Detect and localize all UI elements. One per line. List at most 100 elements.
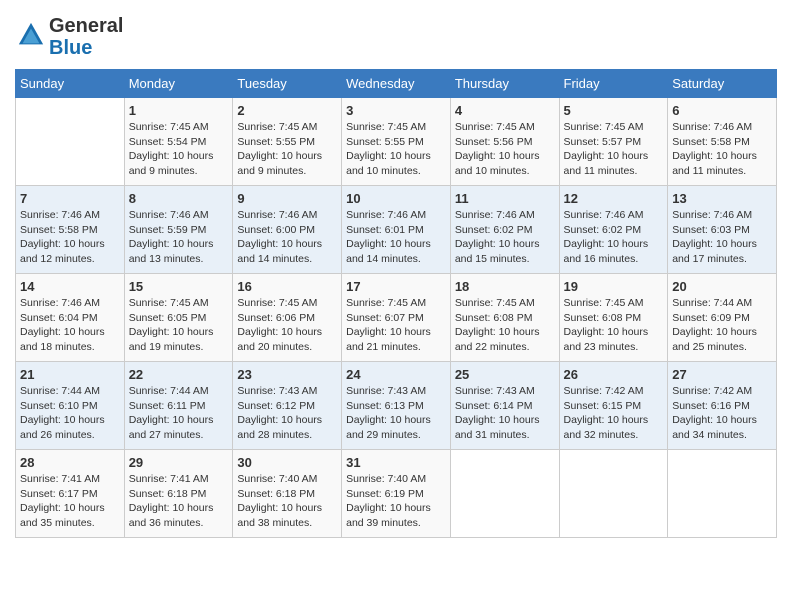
page-header: General Blue <box>15 15 777 59</box>
day-number: 2 <box>237 103 337 118</box>
day-info: Sunrise: 7:46 AMSunset: 5:58 PMDaylight:… <box>672 120 772 179</box>
day-info: Sunrise: 7:41 AMSunset: 6:17 PMDaylight:… <box>20 472 120 531</box>
day-cell: 11Sunrise: 7:46 AMSunset: 6:02 PMDayligh… <box>450 186 559 274</box>
weekday-header-thursday: Thursday <box>450 70 559 98</box>
day-cell: 21 Sunrise: 7:44 AMSunset: 6:10 PMDayligh… <box>16 362 125 450</box>
day-cell: 12 Sunrise: 7:46 AMSunset: 6:02 PMDayligh… <box>559 186 668 274</box>
day-info: Sunrise: 7:43 AMSunset: 6:13 PMDaylight:… <box>346 384 446 443</box>
day-info: Sunrise: 7:45 AMSunset: 6:07 PMDaylight:… <box>346 296 446 355</box>
logo-icon <box>17 21 45 49</box>
day-number: 27 <box>672 367 772 382</box>
day-info: Sunrise: 7:45 AMSunset: 5:54 PMDaylight:… <box>129 120 229 179</box>
day-number: 3 <box>346 103 446 118</box>
day-cell: 9 Sunrise: 7:46 AMSunset: 6:00 PMDaylight… <box>233 186 342 274</box>
week-row-1: 1 Sunrise: 7:45 AMSunset: 5:54 PMDaylight… <box>16 98 777 186</box>
day-cell: 25 Sunrise: 7:43 AMSunset: 6:14 PMDayligh… <box>450 362 559 450</box>
day-cell: 31Sunrise: 7:40 AMSunset: 6:19 PMDayligh… <box>342 450 451 538</box>
weekday-header-saturday: Saturday <box>668 70 777 98</box>
calendar-table: SundayMondayTuesdayWednesdayThursdayFrid… <box>15 69 777 538</box>
day-info: Sunrise: 7:40 AMSunset: 6:18 PMDaylight:… <box>237 472 337 531</box>
day-cell: 19 Sunrise: 7:45 AMSunset: 6:08 PMDayligh… <box>559 274 668 362</box>
day-info: Sunrise: 7:41 AMSunset: 6:18 PMDaylight:… <box>129 472 229 531</box>
day-info: Sunrise: 7:44 AMSunset: 6:11 PMDaylight:… <box>129 384 229 443</box>
day-cell: 26Sunrise: 7:42 AMSunset: 6:15 PMDayligh… <box>559 362 668 450</box>
logo-blue: Blue <box>49 37 123 59</box>
day-info: Sunrise: 7:46 AMSunset: 5:58 PMDaylight:… <box>20 208 120 267</box>
day-cell <box>16 98 125 186</box>
day-number: 14 <box>20 279 120 294</box>
day-cell <box>668 450 777 538</box>
day-number: 12 <box>564 191 664 206</box>
day-number: 17 <box>346 279 446 294</box>
day-info: Sunrise: 7:46 AMSunset: 6:01 PMDaylight:… <box>346 208 446 267</box>
day-number: 4 <box>455 103 555 118</box>
day-cell: 16 Sunrise: 7:45 AMSunset: 6:06 PMDayligh… <box>233 274 342 362</box>
week-row-3: 14 Sunrise: 7:46 AMSunset: 6:04 PMDayligh… <box>16 274 777 362</box>
day-cell: 1 Sunrise: 7:45 AMSunset: 5:54 PMDaylight… <box>124 98 233 186</box>
day-cell <box>450 450 559 538</box>
logo-general: General <box>49 15 123 37</box>
day-cell: 14 Sunrise: 7:46 AMSunset: 6:04 PMDayligh… <box>16 274 125 362</box>
day-number: 26 <box>564 367 664 382</box>
day-cell: 4 Sunrise: 7:45 AMSunset: 5:56 PMDaylight… <box>450 98 559 186</box>
day-cell: 5Sunrise: 7:45 AMSunset: 5:57 PMDaylight… <box>559 98 668 186</box>
weekday-header-sunday: Sunday <box>16 70 125 98</box>
day-info: Sunrise: 7:44 AMSunset: 6:10 PMDaylight:… <box>20 384 120 443</box>
day-number: 24 <box>346 367 446 382</box>
week-row-4: 21 Sunrise: 7:44 AMSunset: 6:10 PMDayligh… <box>16 362 777 450</box>
day-number: 20 <box>672 279 772 294</box>
weekday-header-row: SundayMondayTuesdayWednesdayThursdayFrid… <box>16 70 777 98</box>
day-info: Sunrise: 7:42 AMSunset: 6:16 PMDaylight:… <box>672 384 772 443</box>
day-number: 13 <box>672 191 772 206</box>
day-info: Sunrise: 7:44 AMSunset: 6:09 PMDaylight:… <box>672 296 772 355</box>
day-number: 28 <box>20 455 120 470</box>
day-cell: 20 Sunrise: 7:44 AMSunset: 6:09 PMDayligh… <box>668 274 777 362</box>
day-number: 5 <box>564 103 664 118</box>
day-number: 1 <box>129 103 229 118</box>
day-number: 22 <box>129 367 229 382</box>
day-cell: 23Sunrise: 7:43 AMSunset: 6:12 PMDayligh… <box>233 362 342 450</box>
day-cell: 13 Sunrise: 7:46 AMSunset: 6:03 PMDayligh… <box>668 186 777 274</box>
day-cell: 15Sunrise: 7:45 AMSunset: 6:05 PMDayligh… <box>124 274 233 362</box>
day-info: Sunrise: 7:46 AMSunset: 6:03 PMDaylight:… <box>672 208 772 267</box>
day-cell: 6Sunrise: 7:46 AMSunset: 5:58 PMDaylight… <box>668 98 777 186</box>
day-number: 30 <box>237 455 337 470</box>
day-cell: 22 Sunrise: 7:44 AMSunset: 6:11 PMDayligh… <box>124 362 233 450</box>
day-number: 10 <box>346 191 446 206</box>
day-cell: 3Sunrise: 7:45 AMSunset: 5:55 PMDaylight… <box>342 98 451 186</box>
day-number: 7 <box>20 191 120 206</box>
day-info: Sunrise: 7:46 AMSunset: 6:04 PMDaylight:… <box>20 296 120 355</box>
day-number: 8 <box>129 191 229 206</box>
week-row-5: 28 Sunrise: 7:41 AMSunset: 6:17 PMDayligh… <box>16 450 777 538</box>
day-cell: 30 Sunrise: 7:40 AMSunset: 6:18 PMDayligh… <box>233 450 342 538</box>
day-cell: 24 Sunrise: 7:43 AMSunset: 6:13 PMDayligh… <box>342 362 451 450</box>
day-number: 29 <box>129 455 229 470</box>
day-number: 31 <box>346 455 446 470</box>
day-cell: 28 Sunrise: 7:41 AMSunset: 6:17 PMDayligh… <box>16 450 125 538</box>
day-info: Sunrise: 7:45 AMSunset: 6:08 PMDaylight:… <box>564 296 664 355</box>
day-number: 21 <box>20 367 120 382</box>
day-info: Sunrise: 7:45 AMSunset: 5:55 PMDaylight:… <box>237 120 337 179</box>
day-info: Sunrise: 7:45 AMSunset: 6:06 PMDaylight:… <box>237 296 337 355</box>
day-info: Sunrise: 7:45 AMSunset: 6:08 PMDaylight:… <box>455 296 555 355</box>
day-number: 23 <box>237 367 337 382</box>
day-info: Sunrise: 7:45 AMSunset: 6:05 PMDaylight:… <box>129 296 229 355</box>
logo: General Blue <box>15 15 123 59</box>
weekday-header-wednesday: Wednesday <box>342 70 451 98</box>
day-number: 19 <box>564 279 664 294</box>
weekday-header-tuesday: Tuesday <box>233 70 342 98</box>
weekday-header-friday: Friday <box>559 70 668 98</box>
day-info: Sunrise: 7:46 AMSunset: 6:02 PMDaylight:… <box>564 208 664 267</box>
day-info: Sunrise: 7:46 AMSunset: 6:00 PMDaylight:… <box>237 208 337 267</box>
day-number: 9 <box>237 191 337 206</box>
day-number: 16 <box>237 279 337 294</box>
day-number: 25 <box>455 367 555 382</box>
day-cell: 7 Sunrise: 7:46 AMSunset: 5:58 PMDaylight… <box>16 186 125 274</box>
day-cell: 27 Sunrise: 7:42 AMSunset: 6:16 PMDayligh… <box>668 362 777 450</box>
day-info: Sunrise: 7:43 AMSunset: 6:14 PMDaylight:… <box>455 384 555 443</box>
day-cell <box>559 450 668 538</box>
day-info: Sunrise: 7:45 AMSunset: 5:56 PMDaylight:… <box>455 120 555 179</box>
day-number: 18 <box>455 279 555 294</box>
day-cell: 10 Sunrise: 7:46 AMSunset: 6:01 PMDayligh… <box>342 186 451 274</box>
day-cell: 2 Sunrise: 7:45 AMSunset: 5:55 PMDaylight… <box>233 98 342 186</box>
